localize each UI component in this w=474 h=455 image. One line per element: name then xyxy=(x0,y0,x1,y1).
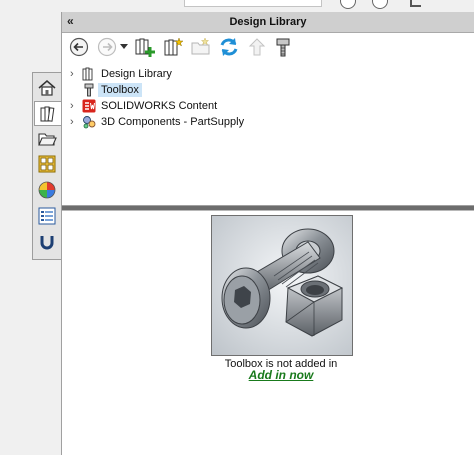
tree-item-solidworks-content[interactable]: › SOLIDWORKS Content xyxy=(62,98,362,114)
refresh-button[interactable] xyxy=(218,36,240,58)
appearances-sphere-icon xyxy=(38,181,56,198)
window-top-strip xyxy=(0,0,474,12)
up-one-level-button[interactable] xyxy=(246,36,268,58)
forward-button[interactable] xyxy=(96,36,118,58)
books-icon xyxy=(40,106,55,122)
tree-item-label: Toolbox xyxy=(98,83,142,97)
search-field[interactable] xyxy=(184,0,322,7)
appearances-tab[interactable] xyxy=(35,178,59,201)
add-to-library-button[interactable] xyxy=(134,36,156,58)
tree-item-label: SOLIDWORKS Content xyxy=(101,100,218,112)
forward-icon xyxy=(97,37,117,57)
expand-chevron-icon[interactable]: › xyxy=(70,100,80,112)
add-in-now-link[interactable]: Add in now xyxy=(180,368,382,382)
toolbox-bolt-icon xyxy=(276,38,290,57)
help-icon[interactable] xyxy=(340,0,356,9)
partsupply-icon xyxy=(83,116,96,129)
design-library-toolbar xyxy=(62,33,474,61)
file-explorer-tab[interactable] xyxy=(35,127,59,150)
tree-item-toolbox[interactable]: Toolbox xyxy=(62,82,362,98)
home-icon xyxy=(38,79,56,96)
window-control-icon[interactable] xyxy=(410,0,421,7)
panel-title-bar: « Design Library xyxy=(62,12,474,33)
dropdown-arrow-icon xyxy=(120,44,128,49)
expand-chevron-icon[interactable]: › xyxy=(70,116,80,128)
tree-item-label: 3D Components - PartSupply xyxy=(101,116,245,128)
hex-bolt-and-nut-image xyxy=(212,216,352,355)
tree-item-label: Design Library xyxy=(101,68,172,80)
panel-title: Design Library xyxy=(229,16,307,28)
toolbox-icon xyxy=(84,83,94,97)
up-one-level-icon xyxy=(248,38,266,56)
add-file-location-button[interactable] xyxy=(162,36,184,58)
solidworks-content-icon xyxy=(82,99,96,113)
magnet-tab[interactable] xyxy=(35,230,59,253)
folder-icon xyxy=(38,132,57,146)
toolbox-preview-image xyxy=(211,215,353,356)
back-button[interactable] xyxy=(68,36,90,58)
add-file-location-icon xyxy=(164,37,184,56)
back-icon xyxy=(69,37,89,57)
home-tab[interactable] xyxy=(35,76,59,99)
refresh-icon xyxy=(220,38,238,56)
tree-item-3d-components-partsupply[interactable]: › 3D Components - PartSupply xyxy=(62,114,362,130)
pane-splitter[interactable] xyxy=(62,205,474,211)
add-to-library-icon xyxy=(135,38,155,57)
design-library-tab[interactable] xyxy=(34,101,61,126)
tree-item-design-library[interactable]: › Design Library xyxy=(62,66,362,82)
history-dropdown[interactable] xyxy=(118,36,130,58)
properties-list-icon xyxy=(38,207,56,224)
create-new-folder-button[interactable] xyxy=(190,36,212,58)
user-icon[interactable] xyxy=(372,0,388,9)
expand-chevron-icon[interactable]: › xyxy=(70,68,80,80)
view-palette-tab[interactable] xyxy=(35,152,59,175)
toolbox-button[interactable] xyxy=(272,36,294,58)
design-library-icon xyxy=(82,67,93,81)
view-palette-icon xyxy=(38,155,56,172)
custom-properties-tab[interactable] xyxy=(35,204,59,227)
create-new-folder-icon xyxy=(191,37,210,55)
magnet-icon xyxy=(40,235,54,249)
